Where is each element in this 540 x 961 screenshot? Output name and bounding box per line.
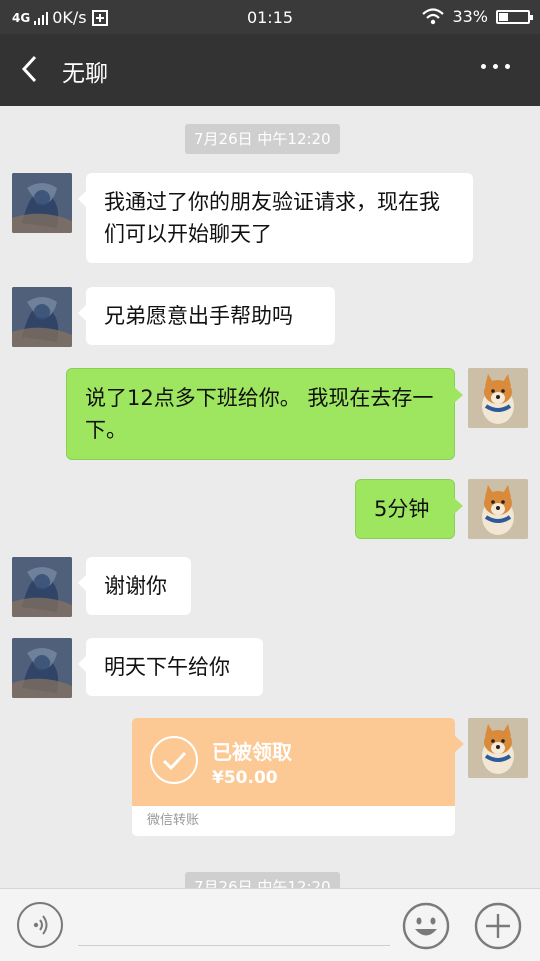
my-avatar[interactable] <box>468 368 528 428</box>
contact-avatar[interactable] <box>12 638 72 698</box>
contact-avatar[interactable] <box>12 173 72 233</box>
message-input[interactable] <box>78 945 390 946</box>
my-avatar[interactable] <box>468 479 528 539</box>
my-avatar[interactable] <box>468 718 528 778</box>
input-bar <box>0 888 540 961</box>
more-dots-icon[interactable] <box>481 64 510 69</box>
transfer-label: 微信转账 <box>147 813 200 828</box>
message-bubble-incoming[interactable]: 明天下午给你 <box>78 638 263 696</box>
message-bubble-incoming[interactable]: 兄弟愿意出手帮助吗 <box>78 287 335 345</box>
emoji-icon[interactable] <box>402 902 450 950</box>
message-bubble-outgoing[interactable]: 说了12点多下班给你。 我现在去存一下。 <box>66 368 463 460</box>
transfer-amount: ¥50.00 <box>212 768 278 788</box>
chevron-left-icon[interactable] <box>18 54 42 84</box>
message-bubble-incoming[interactable]: 谢谢你 <box>78 557 191 615</box>
contact-avatar[interactable] <box>12 557 72 617</box>
title-bar: 无聊 <box>0 34 540 106</box>
contact-avatar[interactable] <box>12 287 72 347</box>
voice-icon[interactable] <box>17 902 63 948</box>
transfer-status: 已被领取 <box>212 740 292 764</box>
status-bar: 4G 0K/s 01:15 33% <box>0 0 540 34</box>
chat-title: 无聊 <box>62 61 108 87</box>
transfer-card[interactable]: 已被领取 ¥50.00 微信转账 <box>132 718 464 836</box>
timestamp: 7月26日 中午12:20 <box>185 124 340 154</box>
message-bubble-outgoing[interactable]: 5分钟 <box>355 479 463 539</box>
battery-icon <box>496 9 533 24</box>
transfer-card-body[interactable]: 已被领取 ¥50.00 <box>132 718 464 806</box>
transfer-footer: 微信转账 <box>132 806 455 836</box>
battery-percent: 33% <box>452 7 488 26</box>
message-bubble-incoming[interactable]: 我通过了你的朋友验证请求，现在我们可以开始聊天了 <box>78 173 473 263</box>
timestamp: 7月26日 中午12:20 <box>185 872 340 888</box>
chat-area[interactable]: 7月26日 中午12:20 我通过了你的朋友验证请求，现在我们可以开始聊天了 兄… <box>0 106 540 888</box>
wifi-icon <box>422 7 445 24</box>
plus-icon[interactable] <box>474 902 522 950</box>
check-circle-icon <box>150 736 198 784</box>
